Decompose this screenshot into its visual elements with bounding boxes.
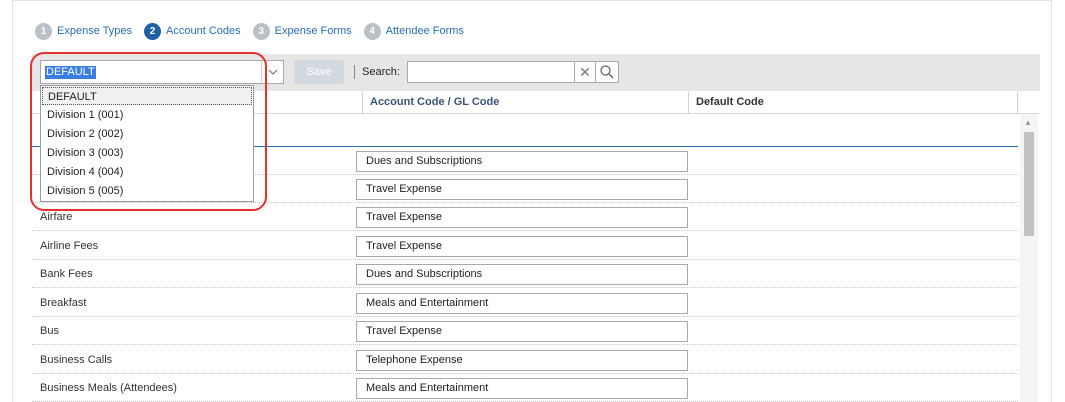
account-code-field[interactable]: Travel Expense [356,207,688,228]
step-expense-forms[interactable]: 3 Expense Forms [252,22,352,40]
dropdown-option[interactable]: DEFAULT [42,87,252,105]
expense-type-name: Breakfast [40,297,87,309]
table-row[interactable]: Business Meals (Attendees) Meals and Ent… [32,374,1018,402]
step-number: 1 [35,22,52,40]
account-code-field[interactable]: Dues and Subscriptions [356,151,688,172]
table-row[interactable]: Bank Fees Dues and Subscriptions [32,260,1018,288]
step-label: Expense Forms [274,25,352,37]
expense-type-name: Airline Fees [40,240,99,252]
save-button[interactable]: Save [294,60,344,84]
dropdown-option[interactable]: Division 5 (005) [42,182,252,200]
dropdown-option[interactable]: Division 1 (001) [42,106,252,124]
step-number: 2 [144,22,162,40]
expense-type-name: Business Calls [40,354,113,366]
table-row[interactable]: Breakfast Meals and Entertainment [32,289,1018,317]
dropdown-option[interactable]: Division 2 (002) [42,125,252,143]
table-row[interactable]: Airline Fees Travel Expense [32,232,1018,260]
account-code-field[interactable]: Meals and Entertainment [356,378,688,399]
step-number: 3 [252,22,270,40]
expense-type-name: Bank Fees [40,268,93,280]
account-code-field[interactable]: Travel Expense [356,236,688,257]
step-number: 4 [363,22,381,40]
expense-type-name: Bus [40,325,59,337]
chevron-down-icon[interactable] [261,61,283,83]
wizard-steps: 1 Expense Types 2 Account Codes 3 Expens… [35,22,476,40]
account-code-field[interactable]: Travel Expense [356,179,688,200]
step-attendee-forms[interactable]: 4 Attendee Forms [363,22,464,40]
column-header-account-code[interactable]: Account Code / GL Code [362,92,499,113]
expense-type-name: Airfare [40,211,73,223]
table-row[interactable]: Bus Travel Expense [32,317,1018,345]
account-code-field[interactable]: Dues and Subscriptions [356,264,688,285]
select-value: DEFAULT [45,66,96,79]
column-header-default-code[interactable]: Default Code [688,92,764,113]
vertical-scrollbar[interactable]: ▲ [1020,114,1038,402]
step-account-codes[interactable]: 2 Account Codes [144,22,241,40]
search-input[interactable] [407,61,575,83]
expense-type-name: Business Meals (Attendees) [40,382,177,394]
scroll-up-arrow-icon[interactable]: ▲ [1024,118,1032,127]
division-select[interactable]: DEFAULT [40,60,284,84]
division-dropdown-list: DEFAULT Division 1 (001) Division 2 (002… [40,85,254,202]
column-divider [1017,92,1018,114]
scrollbar-thumb[interactable] [1024,132,1034,236]
dropdown-option[interactable]: Division 3 (003) [42,144,252,162]
account-code-field[interactable]: Travel Expense [356,321,688,342]
step-label: Account Codes [166,25,241,37]
account-code-field[interactable]: Meals and Entertainment [356,293,688,314]
step-label: Expense Types [57,25,133,37]
account-code-field[interactable]: Telephone Expense [356,350,688,371]
search-label: Search: [362,66,400,78]
step-expense-types[interactable]: 1 Expense Types [35,22,133,40]
clear-icon[interactable]: ✕ [575,61,595,83]
table-row[interactable]: Business Calls Telephone Expense [32,346,1018,374]
dropdown-option[interactable]: Division 4 (004) [42,163,252,181]
step-label: Attendee Forms [385,25,464,37]
search-icon[interactable] [595,61,619,83]
toolbar-divider [354,65,355,79]
table-row[interactable]: Airfare Travel Expense [32,203,1018,231]
